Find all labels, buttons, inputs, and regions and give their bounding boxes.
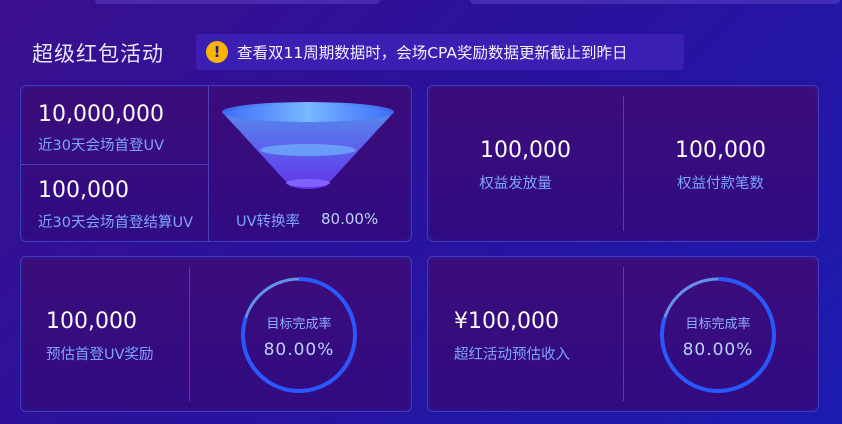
target-label: 目标完成率 — [266, 317, 332, 332]
divider — [623, 267, 624, 401]
target-label: 目标完成率 — [685, 317, 751, 332]
uv-funnel-card: 10,000,000 近30天会场首登UV 100,000 近30天会场首登结算… — [20, 85, 412, 242]
rights-card: 100,000 权益发放量 100,000 权益付款笔数 — [427, 85, 819, 242]
rights-issued-label: 权益发放量 — [479, 176, 552, 192]
rights-issued-value: 100,000 — [480, 138, 571, 163]
settle-uv-value: 100,000 — [38, 178, 129, 203]
notice-text: 查看双11周期数据时，会场CPA奖励数据更新截止到昨日 — [237, 44, 628, 62]
warning-icon: ! — [206, 41, 228, 63]
funnel-icon — [222, 102, 394, 189]
top-edge-bar — [95, 0, 380, 4]
reward-label: 预估首登UV奖励 — [46, 347, 154, 363]
reward-value: 100,000 — [46, 309, 137, 334]
settle-uv-label: 近30天会场首登结算UV — [38, 215, 193, 231]
conversion-value: 80.00% — [321, 210, 379, 228]
divider — [21, 164, 208, 165]
income-label: 超红活动预估收入 — [454, 347, 570, 363]
rights-paid-label: 权益付款笔数 — [677, 176, 764, 192]
divider — [189, 267, 190, 401]
target-value: 80.00% — [682, 340, 754, 360]
uv-reward-card: 100,000 预估首登UV奖励 目标完成率 80.00% — [20, 256, 412, 412]
rights-paid-value: 100,000 — [675, 138, 766, 163]
income-value: ¥100,000 — [454, 309, 559, 334]
divider — [208, 86, 209, 241]
income-card: ¥100,000 超红活动预估收入 目标完成率 80.00% — [427, 256, 819, 412]
target-text: 目标完成率 80.00% — [239, 313, 359, 360]
target-text: 目标完成率 80.00% — [658, 313, 778, 360]
uv-label: 近30天会场首登UV — [38, 138, 164, 154]
conversion-label: UV转换率 — [236, 214, 301, 230]
top-edge-bar — [470, 0, 840, 4]
divider — [623, 96, 624, 231]
page-title: 超级红包活动 — [32, 42, 164, 66]
target-value: 80.00% — [263, 340, 335, 360]
notice-banner: ! 查看双11周期数据时，会场CPA奖励数据更新截止到昨日 — [196, 34, 684, 70]
uv-value: 10,000,000 — [38, 102, 164, 127]
